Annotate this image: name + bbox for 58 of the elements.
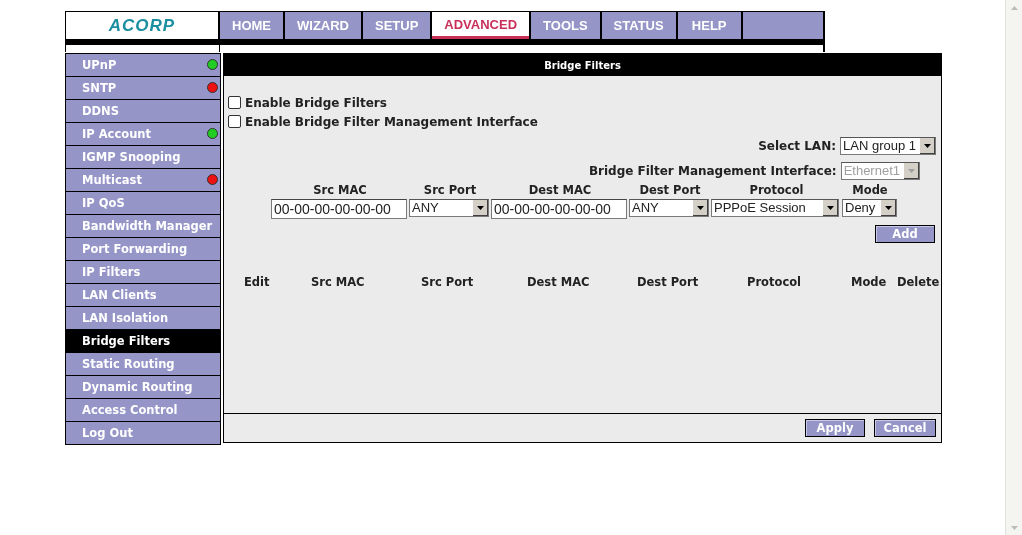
column-header: Src MAC — [311, 275, 365, 289]
sidebar-item[interactable]: Log Out — [66, 422, 220, 444]
sidebar-item[interactable]: Dynamic Routing — [66, 376, 220, 398]
column-header: Delete — [897, 275, 940, 289]
sidebar-item[interactable]: IP Filters — [66, 261, 220, 283]
input-field[interactable]: 00-00-00-00-00-00 — [271, 199, 407, 219]
checkbox-label: Enable Bridge Filter Management Interface — [245, 114, 538, 129]
checkbox-label: Enable Bridge Filters — [245, 95, 387, 110]
nav-tab[interactable]: STATUS — [601, 12, 676, 39]
logo: ACORP — [66, 12, 218, 39]
column-header: Dest MAC — [527, 275, 590, 289]
footer-button[interactable]: Cancel — [874, 419, 936, 437]
nav-tab[interactable]: HELP — [677, 12, 741, 39]
column-header: Dest MAC — [528, 183, 592, 197]
nav-tab[interactable]: SETUP — [363, 12, 431, 39]
scrollbar[interactable] — [1005, 0, 1022, 535]
panel-title: Bridge Filters — [224, 54, 941, 76]
column-header: Dest Port — [639, 183, 701, 197]
nav-tab[interactable]: ADVANCED — [432, 12, 530, 39]
column-header: Src Port — [421, 275, 474, 289]
sidebar-item[interactable]: Access Control — [66, 399, 220, 421]
dropdown[interactable]: LAN group 1 — [840, 136, 936, 155]
sidebar-item[interactable]: Port Forwarding — [66, 238, 220, 260]
sidebar-item[interactable]: DDNS — [66, 100, 220, 122]
sidebar-item[interactable]: Static Routing — [66, 353, 220, 375]
sidebar-item[interactable]: Bandwidth Manager — [66, 215, 220, 237]
column-header: Src MAC — [313, 183, 367, 197]
column-header: Protocol — [747, 275, 802, 289]
sidebar-item[interactable]: IP Account — [66, 123, 220, 145]
nav-tab[interactable]: TOOLS — [531, 12, 600, 39]
nav-tab[interactable]: WIZARD — [285, 12, 361, 39]
field-label: Select LAN: — [758, 138, 836, 153]
dropdown[interactable]: PPPoE Session — [711, 199, 839, 217]
nav-tab[interactable]: HOME — [220, 12, 283, 39]
field-label: Bridge Filter Management Interface: — [588, 163, 837, 178]
column-header: Mode — [851, 275, 887, 289]
dropdown[interactable]: ANY — [629, 199, 709, 217]
checkbox[interactable] — [228, 96, 241, 109]
sidebar-item[interactable]: LAN Isolation — [66, 307, 220, 329]
sidebar-item[interactable]: UPnP — [66, 54, 220, 76]
down-arrow-icon[interactable] — [1010, 525, 1018, 530]
sidebar-item[interactable]: Multicast — [66, 169, 220, 191]
up-arrow-icon[interactable] — [1010, 5, 1018, 10]
sidebar-item[interactable]: LAN Clients — [66, 284, 220, 306]
dropdown[interactable]: ANY — [409, 199, 489, 217]
column-header: Mode — [852, 183, 888, 197]
footer-button[interactable]: Apply — [805, 419, 865, 437]
column-header: Edit — [244, 275, 270, 289]
checkbox[interactable] — [228, 115, 241, 128]
input-field[interactable]: 00-00-00-00-00-00 — [491, 199, 627, 219]
sidebar-item[interactable]: SNTP — [66, 77, 220, 99]
column-header: Src Port — [423, 183, 477, 197]
column-header: Dest Port — [637, 275, 699, 289]
sidebar-item[interactable]: IGMP Snooping — [66, 146, 220, 168]
dropdown[interactable]: Deny — [842, 199, 897, 217]
sidebar-item[interactable]: IP QoS — [66, 192, 220, 214]
add-button[interactable]: Add — [875, 225, 935, 243]
column-header: Protocol — [749, 183, 804, 197]
